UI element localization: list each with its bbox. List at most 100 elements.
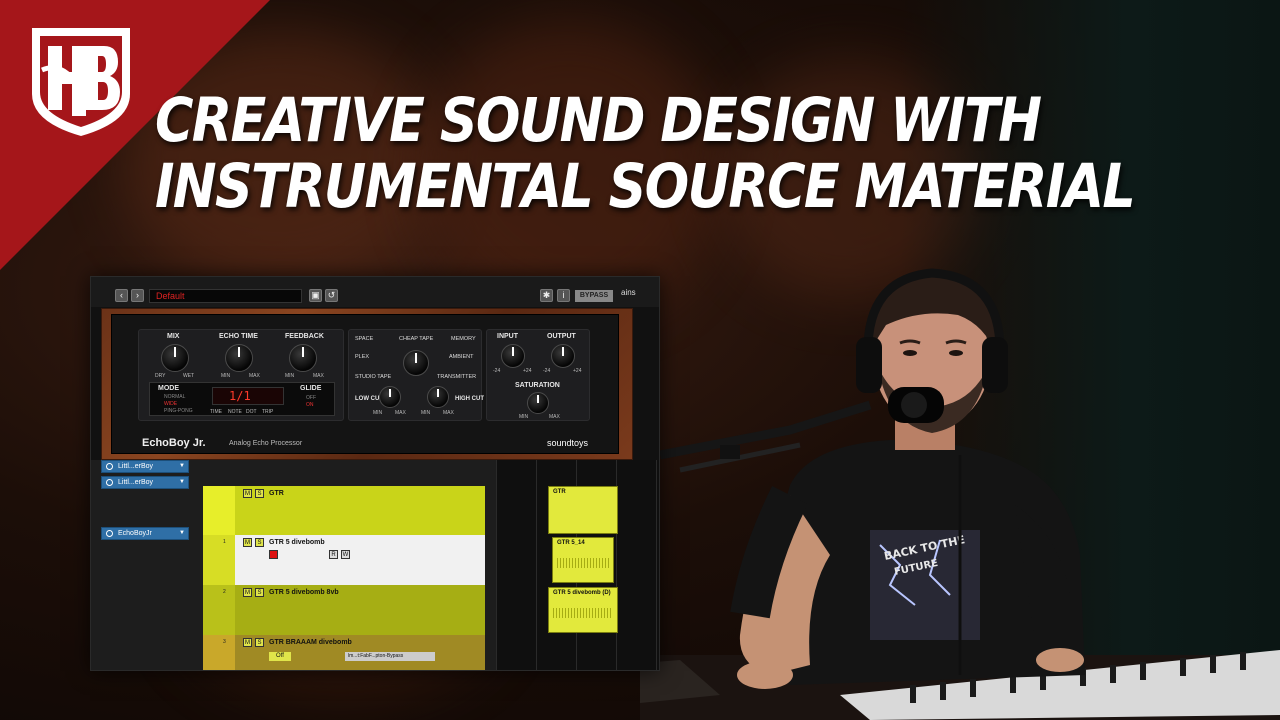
feedback-knob[interactable] bbox=[289, 344, 317, 372]
track-color-strip bbox=[203, 535, 235, 585]
unit-trip[interactable]: TRIP bbox=[262, 409, 273, 415]
power-icon[interactable] bbox=[106, 530, 113, 537]
time-display[interactable]: 1/1 bbox=[212, 387, 284, 405]
echoboy-plugin: MIX ECHO TIME FEEDBACK DRY WET MIN MAX M… bbox=[111, 314, 619, 454]
insert-slot[interactable]: EchoBoyJr ▼ bbox=[101, 527, 189, 540]
echo-time-label: ECHO TIME bbox=[219, 333, 258, 340]
low-cut-knob[interactable] bbox=[379, 386, 401, 408]
input-knob[interactable] bbox=[501, 344, 525, 368]
track-name: GTR BRAAAM divebomb bbox=[269, 639, 352, 646]
waveform bbox=[553, 608, 613, 618]
mode-panel: MODE NORMAL WIDE PING-PONG 1/1 TIME NOTE… bbox=[149, 382, 335, 416]
settings-gear-icon[interactable]: ✱ bbox=[540, 289, 553, 302]
plugin-toolbar: ‹ › Default ▣ ↺ ✱ i BYPASS ains bbox=[91, 277, 659, 307]
mute-button[interactable]: M bbox=[243, 588, 252, 597]
clip-gtr-5-14[interactable]: GTR 5_14 bbox=[552, 537, 614, 583]
out-min-label: -24 bbox=[543, 368, 551, 374]
solo-button[interactable]: S bbox=[255, 489, 264, 498]
high-cut-knob[interactable] bbox=[427, 386, 449, 408]
mode-label: MODE bbox=[158, 385, 179, 392]
mains-label: ains bbox=[621, 288, 636, 297]
feedback-label: FEEDBACK bbox=[285, 333, 324, 340]
off-button[interactable]: Off bbox=[269, 652, 291, 661]
time-min-label: MIN bbox=[221, 373, 231, 379]
hc-max-label: MAX bbox=[443, 410, 454, 416]
mute-button[interactable]: M bbox=[243, 538, 252, 547]
power-icon[interactable] bbox=[106, 479, 113, 486]
lc-min-label: MIN bbox=[373, 410, 383, 416]
title-line-2: INSTRUMENTAL SOURCE MATERIAL bbox=[155, 151, 1136, 222]
mix-knob[interactable] bbox=[161, 344, 189, 372]
clip-gtr[interactable]: GTR bbox=[548, 486, 618, 534]
revert-preset-icon[interactable]: ↺ bbox=[325, 289, 338, 302]
track-gtr-5-divebomb-8vb[interactable]: 2 M S GTR 5 divebomb 8vb bbox=[203, 585, 485, 635]
track-gtr-braaam-divebomb[interactable]: 3 M S GTR BRAAAM divebomb Off lm...t:Fab… bbox=[203, 635, 485, 670]
chevron-down-icon[interactable]: ▼ bbox=[179, 528, 185, 539]
bypass-button[interactable]: BYPASS bbox=[575, 290, 613, 302]
solo-button[interactable]: S bbox=[255, 588, 264, 597]
saturation-knob[interactable] bbox=[527, 392, 549, 414]
input-label: INPUT bbox=[497, 333, 518, 340]
sat-max-label: MAX bbox=[549, 414, 560, 420]
in-min-label: -24 bbox=[493, 368, 501, 374]
next-preset-icon[interactable]: › bbox=[131, 289, 144, 302]
track-number: 2 bbox=[223, 589, 226, 595]
style-section: SPACE CHEAP TAPE MEMORY PLEX AMBIENT STU… bbox=[348, 329, 484, 421]
glide-off[interactable]: OFF bbox=[306, 395, 316, 401]
track-color-strip bbox=[203, 635, 235, 670]
prev-preset-icon[interactable]: ‹ bbox=[115, 289, 128, 302]
insert-slot[interactable]: Littl...erBoy ▼ bbox=[101, 476, 189, 489]
style-studio-tape[interactable]: STUDIO TAPE bbox=[355, 374, 391, 380]
save-preset-icon[interactable]: ▣ bbox=[309, 289, 322, 302]
sat-min-label: MIN bbox=[519, 414, 529, 420]
record-arm-button[interactable] bbox=[269, 550, 278, 559]
style-plex[interactable]: PLEX bbox=[355, 354, 369, 360]
presenter-photo: BACK TO THE FUTURE bbox=[640, 268, 1280, 720]
style-knob[interactable] bbox=[403, 350, 429, 376]
output-knob[interactable] bbox=[551, 344, 575, 368]
style-cheap-tape[interactable]: CHEAP TAPE bbox=[399, 336, 433, 342]
style-memory[interactable]: MEMORY bbox=[451, 336, 476, 342]
mode-ping-pong[interactable]: PING-PONG bbox=[164, 408, 193, 414]
track-color-strip bbox=[203, 585, 235, 635]
lc-max-label: MAX bbox=[395, 410, 406, 416]
insert-chip[interactable]: lm...t:FabF...pton-Bypass bbox=[345, 652, 435, 661]
read-button[interactable]: R bbox=[329, 550, 338, 559]
info-icon[interactable]: i bbox=[557, 289, 570, 302]
style-space[interactable]: SPACE bbox=[355, 336, 373, 342]
mute-button[interactable]: M bbox=[243, 489, 252, 498]
chevron-down-icon[interactable]: ▼ bbox=[179, 477, 185, 488]
track-gtr[interactable]: M S GTR bbox=[203, 486, 485, 535]
glide-on[interactable]: ON bbox=[306, 402, 314, 408]
mode-wide[interactable]: WIDE bbox=[164, 401, 177, 407]
track-gtr-5-divebomb[interactable]: 1 M S GTR 5 divebomb R W bbox=[203, 535, 485, 585]
mix-max-label: WET bbox=[183, 373, 195, 379]
mute-button[interactable]: M bbox=[243, 638, 252, 647]
solo-button[interactable]: S bbox=[255, 638, 264, 647]
clip-name: GTR bbox=[553, 489, 566, 495]
mode-normal[interactable]: NORMAL bbox=[164, 394, 185, 400]
preset-selector[interactable]: Default bbox=[149, 289, 302, 303]
hc-min-label: MIN bbox=[421, 410, 431, 416]
write-button[interactable]: W bbox=[341, 550, 350, 559]
style-transmitter[interactable]: TRANSMITTER bbox=[437, 374, 476, 380]
insert-slot[interactable]: Littl...erBoy ▼ bbox=[101, 460, 189, 473]
delay-section: MIX ECHO TIME FEEDBACK DRY WET MIN MAX M… bbox=[138, 329, 344, 421]
track-number: 3 bbox=[223, 639, 226, 645]
style-ambient[interactable]: AMBIENT bbox=[449, 354, 473, 360]
unit-time[interactable]: TIME bbox=[210, 409, 222, 415]
track-name: GTR 5 divebomb bbox=[269, 539, 325, 546]
waveform bbox=[557, 558, 609, 568]
unit-dot[interactable]: DOT bbox=[246, 409, 257, 415]
power-icon[interactable] bbox=[106, 463, 113, 470]
title-line-1: CREATIVE SOUND DESIGN WITH bbox=[155, 85, 1042, 156]
high-cut-label: HIGH CUT bbox=[455, 396, 484, 402]
chevron-down-icon[interactable]: ▼ bbox=[179, 461, 185, 472]
saturation-label: SATURATION bbox=[515, 382, 560, 389]
clip-gtr-5-divebomb-d[interactable]: GTR 5 divebomb (D) bbox=[548, 587, 618, 633]
unit-note[interactable]: NOTE bbox=[228, 409, 242, 415]
echo-time-knob[interactable] bbox=[225, 344, 253, 372]
track-color-strip bbox=[203, 486, 235, 535]
solo-button[interactable]: S bbox=[255, 538, 264, 547]
fb-min-label: MIN bbox=[285, 373, 295, 379]
